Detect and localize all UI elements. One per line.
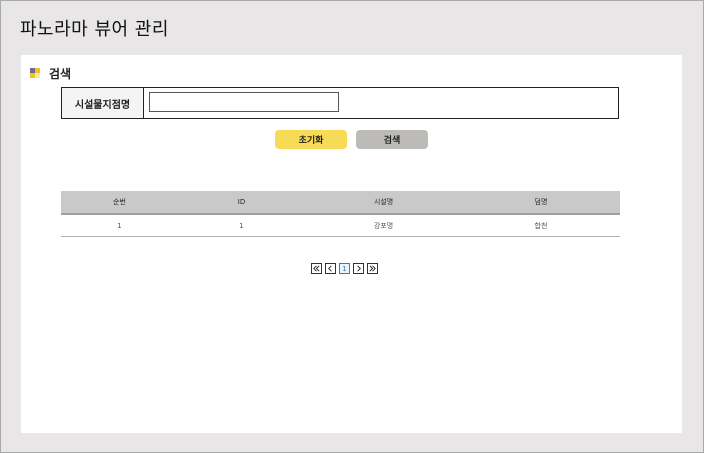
column-header-seq[interactable]: 순번 bbox=[61, 191, 178, 215]
double-chevron-right-icon bbox=[369, 265, 376, 272]
table-header-row: 순번 ID 시설명 덤명 bbox=[61, 191, 620, 215]
section-bullet-icon bbox=[30, 68, 40, 78]
column-header-dam-name[interactable]: 덤명 bbox=[462, 191, 620, 215]
facility-name-field-wrap bbox=[144, 88, 618, 118]
chevron-right-icon bbox=[357, 265, 361, 272]
pagination: 1 bbox=[311, 263, 378, 276]
cell-dam-name: 합천 bbox=[462, 214, 620, 237]
cell-seq: 1 bbox=[61, 214, 178, 237]
next-page-button[interactable] bbox=[353, 263, 364, 274]
first-page-button[interactable] bbox=[311, 263, 322, 274]
results-table: 순번 ID 시설명 덤명 1 1 강포명 합천 bbox=[61, 191, 620, 237]
reset-button[interactable]: 초기화 bbox=[275, 130, 347, 149]
facility-name-input[interactable] bbox=[149, 92, 339, 112]
search-form: 시설물지점명 bbox=[61, 87, 619, 119]
column-header-facility-name[interactable]: 시설명 bbox=[305, 191, 462, 215]
content-panel: 검색 시설물지점명 초기화 검색 순번 ID 시설명 덤명 1 1 강포명 합천 bbox=[21, 55, 682, 433]
table-row[interactable]: 1 1 강포명 합천 bbox=[61, 214, 620, 237]
cell-id: 1 bbox=[178, 214, 305, 237]
column-header-id[interactable]: ID bbox=[178, 191, 305, 215]
double-chevron-left-icon bbox=[313, 265, 320, 272]
page-number-button[interactable]: 1 bbox=[339, 263, 350, 274]
page-title: 파노라마 뷰어 관리 bbox=[20, 19, 169, 40]
last-page-button[interactable] bbox=[367, 263, 378, 274]
chevron-left-icon bbox=[328, 265, 332, 272]
facility-name-label: 시설물지점명 bbox=[62, 88, 144, 118]
section-title: 검색 bbox=[49, 66, 72, 81]
search-section-header: 검색 bbox=[30, 65, 71, 81]
search-button[interactable]: 검색 bbox=[356, 130, 428, 149]
cell-facility-name: 강포명 bbox=[305, 214, 462, 237]
prev-page-button[interactable] bbox=[325, 263, 336, 274]
